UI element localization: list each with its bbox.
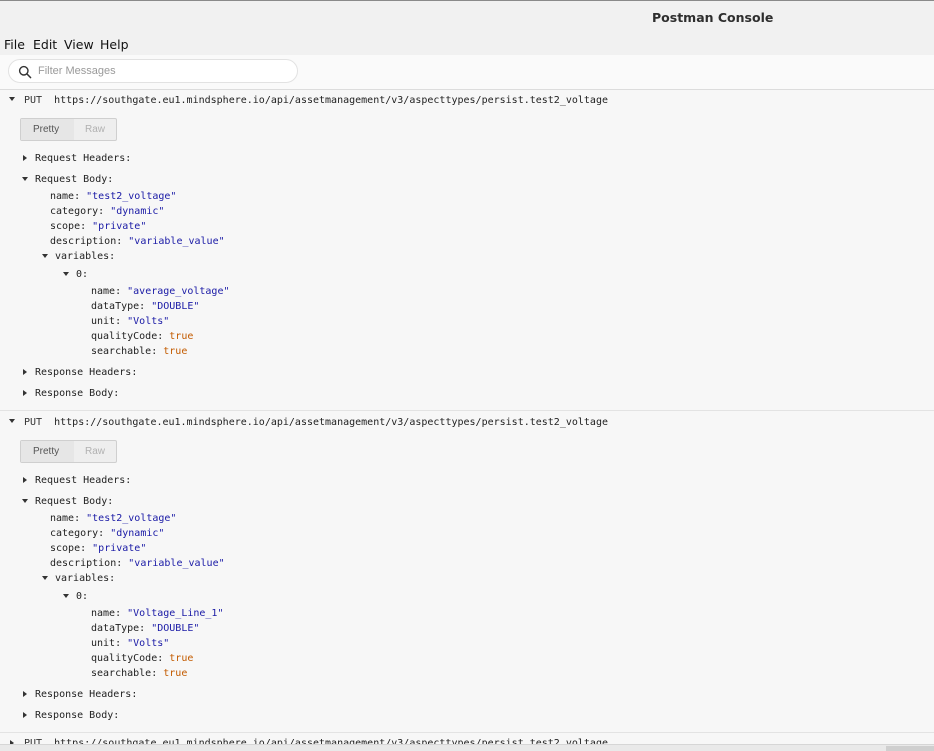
var-field-name: name: "Voltage_Line_1" (91, 608, 224, 619)
collapse-icon[interactable] (42, 576, 48, 580)
request-url: https://southgate.eu1.mindsphere.io/api/… (54, 95, 608, 106)
menu-view[interactable]: View (64, 37, 94, 52)
response-headers-label[interactable]: Response Headers: (35, 367, 137, 378)
view-toggle: Pretty Raw (20, 440, 117, 463)
variable-index[interactable]: 0: (76, 269, 88, 280)
collapse-icon[interactable] (22, 177, 28, 181)
body-field-variables[interactable]: variables: (55, 251, 115, 262)
body-field-category: category: "dynamic" (50, 206, 165, 217)
request-body-label[interactable]: Request Body: (35, 496, 113, 507)
var-field-unit: unit: "Volts" (91, 316, 170, 327)
var-field-searchable: searchable: true (91, 346, 188, 357)
variable-index[interactable]: 0: (76, 591, 88, 602)
expand-icon[interactable] (23, 390, 27, 396)
collapse-entry-icon[interactable] (9, 419, 15, 423)
raw-button[interactable]: Raw (85, 124, 105, 135)
search-icon (18, 65, 32, 79)
window-title: Postman Console (652, 10, 774, 25)
var-field-searchable: searchable: true (91, 668, 188, 679)
request-headers-label[interactable]: Request Headers: (35, 475, 131, 486)
console-log: PUT https://southgate.eu1.mindsphere.io/… (0, 90, 934, 750)
body-field-variables[interactable]: variables: (55, 573, 115, 584)
response-body-label[interactable]: Response Body: (35, 388, 119, 399)
request-url: https://southgate.eu1.mindsphere.io/api/… (54, 417, 608, 428)
log-entry: PUT https://southgate.eu1.mindsphere.io/… (0, 412, 934, 733)
filter-input[interactable]: Filter Messages (8, 59, 298, 83)
body-field-scope: scope: "private" (50, 221, 147, 232)
log-entry: PUT https://southgate.eu1.mindsphere.io/… (0, 90, 934, 411)
request-method: PUT (24, 95, 43, 106)
title-bar: Postman Console (0, 0, 934, 33)
request-headers-label[interactable]: Request Headers: (35, 153, 131, 164)
menu-help[interactable]: Help (100, 37, 129, 52)
expand-icon[interactable] (23, 369, 27, 375)
request-method: PUT (24, 417, 43, 428)
expand-icon[interactable] (23, 477, 27, 483)
body-field-category: category: "dynamic" (50, 528, 165, 539)
collapse-icon[interactable] (63, 272, 69, 276)
filter-placeholder: Filter Messages (38, 65, 116, 77)
request-line[interactable]: PUT https://southgate.eu1.mindsphere.io/… (24, 95, 608, 106)
var-field-qualitycode: qualityCode: true (91, 653, 194, 664)
request-body-label[interactable]: Request Body: (35, 174, 113, 185)
filter-bar: Filter Messages (0, 55, 934, 90)
var-field-datatype: dataType: "DOUBLE" (91, 301, 200, 312)
response-body-label[interactable]: Response Body: (35, 710, 119, 721)
body-field-name: name: "test2_voltage" (50, 513, 177, 524)
var-field-datatype: dataType: "DOUBLE" (91, 623, 200, 634)
request-line[interactable]: PUT https://southgate.eu1.mindsphere.io/… (24, 417, 608, 428)
menu-file[interactable]: File (4, 37, 25, 52)
body-field-description: description: "variable_value" (50, 236, 225, 247)
body-field-name: name: "test2_voltage" (50, 191, 177, 202)
collapse-entry-icon[interactable] (9, 97, 15, 101)
body-field-description: description: "variable_value" (50, 558, 225, 569)
raw-button[interactable]: Raw (85, 446, 105, 457)
expand-icon[interactable] (23, 712, 27, 718)
view-toggle: Pretty Raw (20, 118, 117, 141)
var-field-name: name: "average_voltage" (91, 286, 230, 297)
response-headers-label[interactable]: Response Headers: (35, 689, 137, 700)
expand-icon[interactable] (23, 691, 27, 697)
pretty-button[interactable]: Pretty (21, 441, 74, 462)
menu-bar: File Edit View Help (0, 33, 934, 55)
var-field-qualitycode: qualityCode: true (91, 331, 194, 342)
menu-edit[interactable]: Edit (33, 37, 57, 52)
collapse-icon[interactable] (22, 499, 28, 503)
collapse-icon[interactable] (42, 254, 48, 258)
collapse-icon[interactable] (63, 594, 69, 598)
body-field-scope: scope: "private" (50, 543, 147, 554)
scrollbar-thumb[interactable] (886, 746, 934, 751)
var-field-unit: unit: "Volts" (91, 638, 170, 649)
pretty-button[interactable]: Pretty (21, 119, 74, 140)
expand-icon[interactable] (23, 155, 27, 161)
